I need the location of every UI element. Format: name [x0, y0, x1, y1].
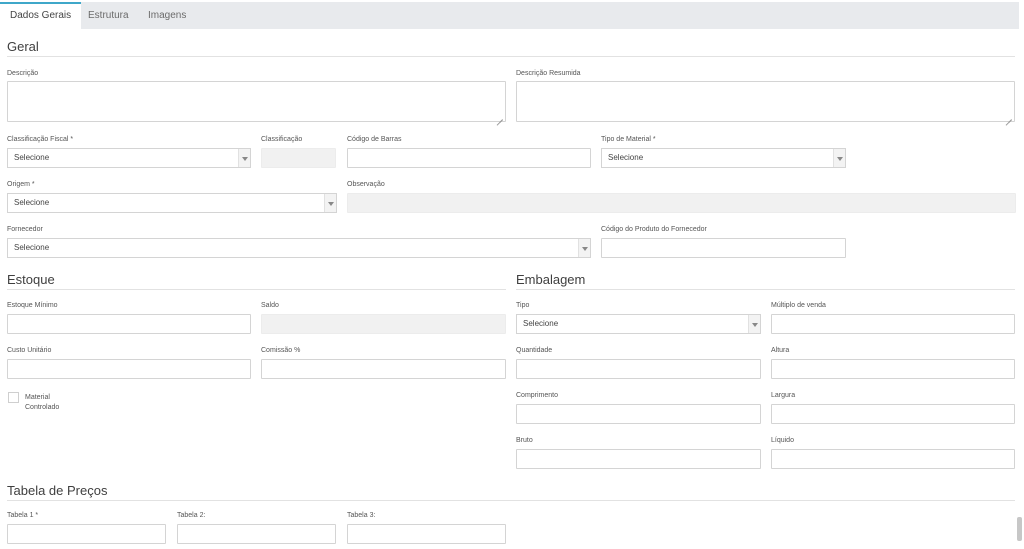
- tabela1-input[interactable]: [7, 524, 166, 544]
- tab-dados-gerais[interactable]: Dados Gerais: [0, 2, 82, 29]
- descricao-textarea[interactable]: [7, 81, 506, 122]
- section-divider: [7, 500, 1015, 501]
- label-tabela1: Tabela 1 *: [7, 512, 39, 519]
- tipo-embalagem-select[interactable]: Selecione: [516, 314, 761, 334]
- chevron-down-icon[interactable]: [238, 149, 250, 167]
- select-value: Selecione: [523, 319, 559, 328]
- select-value: Selecione: [14, 243, 50, 252]
- section-divider: [516, 289, 1015, 290]
- scrollbar-thumb[interactable]: [1017, 517, 1022, 541]
- resize-grip-icon[interactable]: [497, 114, 503, 120]
- quantidade-input[interactable]: [516, 359, 761, 379]
- label-tabela2: Tabela 2:: [177, 512, 206, 519]
- tab-imagens[interactable]: Imagens: [138, 2, 196, 29]
- chevron-down-icon[interactable]: [833, 149, 845, 167]
- saldo-field: [261, 314, 506, 334]
- label-codigo-produto-fornecedor: Código do Produto do Fornecedor: [601, 226, 707, 233]
- chevron-down-icon[interactable]: [748, 315, 760, 333]
- section-title-embalagem: Embalagem: [516, 272, 586, 287]
- select-value: Selecione: [608, 153, 644, 162]
- label-liquido: Líquido: [771, 437, 794, 444]
- comissao-input[interactable]: [261, 359, 506, 379]
- custo-unitario-input[interactable]: [7, 359, 251, 379]
- label-descricao: Descrição: [7, 70, 39, 77]
- multiplo-venda-input[interactable]: [771, 314, 1015, 334]
- tab-estrutura[interactable]: Estrutura: [78, 2, 139, 29]
- label-saldo: Saldo: [261, 302, 279, 309]
- tipo-material-select[interactable]: Selecione: [601, 148, 846, 168]
- chevron-down-icon[interactable]: [578, 239, 590, 257]
- liquido-input[interactable]: [771, 449, 1015, 469]
- label-altura: Altura: [771, 347, 790, 354]
- largura-input[interactable]: [771, 404, 1015, 424]
- label-comissao: Comissão %: [261, 347, 301, 354]
- select-value: Selecione: [14, 198, 50, 207]
- tabela3-input[interactable]: [347, 524, 506, 544]
- origem-select[interactable]: Selecione: [7, 193, 337, 213]
- label-custo-unitario: Custo Unitário: [7, 347, 52, 354]
- observacao-field: [347, 193, 1016, 213]
- select-value: Selecione: [14, 153, 50, 162]
- label-observacao: Observação: [347, 181, 385, 188]
- section-title-geral: Geral: [7, 39, 39, 54]
- label-tabela3: Tabela 3:: [347, 512, 376, 519]
- section-divider: [7, 56, 1015, 57]
- fornecedor-select[interactable]: Selecione: [7, 238, 591, 258]
- label-tipo: Tipo: [516, 302, 530, 309]
- estoque-minimo-input[interactable]: [7, 314, 251, 334]
- label-comprimento: Comprimento: [516, 392, 559, 399]
- codigo-barras-input[interactable]: [347, 148, 591, 168]
- label-origem: Origem *: [7, 181, 35, 188]
- label-fornecedor: Fornecedor: [7, 226, 43, 233]
- label-codigo-barras: Código de Barras: [347, 136, 402, 143]
- section-title-estoque: Estoque: [7, 272, 55, 287]
- label-classificacao: Classificação: [261, 136, 303, 143]
- classificacao-fiscal-select[interactable]: Selecione: [7, 148, 251, 168]
- section-divider: [7, 289, 506, 290]
- altura-input[interactable]: [771, 359, 1015, 379]
- resize-grip-icon[interactable]: [1006, 114, 1012, 120]
- label-quantidade: Quantidade: [516, 347, 553, 354]
- section-title-tabela-precos: Tabela de Preços: [7, 483, 108, 498]
- material-controlado-label: Material Controlado: [25, 394, 60, 411]
- material-controlado-checkbox[interactable]: [8, 392, 19, 403]
- chevron-down-icon[interactable]: [324, 194, 336, 212]
- label-classificacao-fiscal: Classificação Fiscal *: [7, 136, 74, 143]
- label-tipo-material: Tipo de Material *: [601, 136, 656, 143]
- bruto-input[interactable]: [516, 449, 761, 469]
- comprimento-input[interactable]: [516, 404, 761, 424]
- label-multiplo-venda: Múltiplo de venda: [771, 302, 826, 309]
- label-largura: Largura: [771, 392, 796, 399]
- classificacao-field: [261, 148, 336, 168]
- label-descricao-resumida: Descrição Resumida: [516, 70, 581, 77]
- tab-bar: Dados Gerais Estrutura Imagens: [0, 2, 1019, 29]
- label-estoque-minimo: Estoque Mínimo: [7, 302, 58, 309]
- codigo-produto-fornecedor-input[interactable]: [601, 238, 846, 258]
- descricao-resumida-textarea[interactable]: [516, 81, 1015, 122]
- tabela2-input[interactable]: [177, 524, 336, 544]
- label-bruto: Bruto: [516, 437, 533, 444]
